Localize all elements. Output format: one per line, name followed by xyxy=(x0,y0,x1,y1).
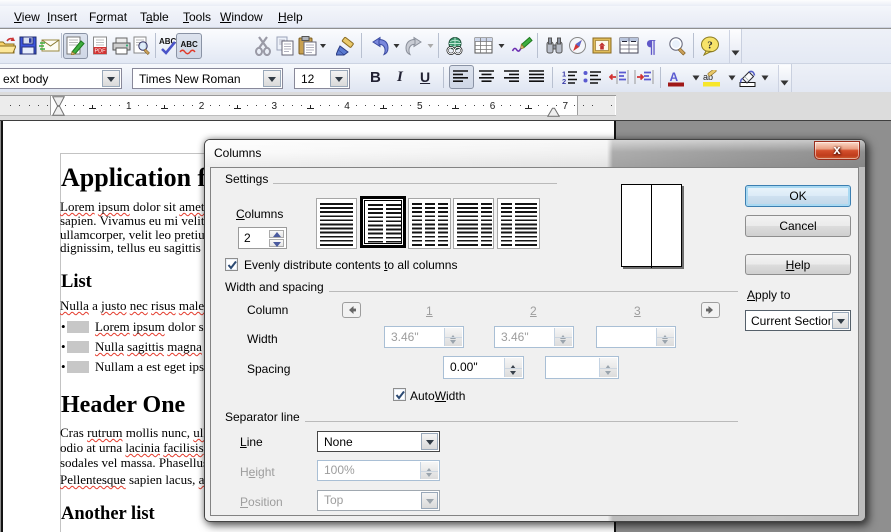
svg-text:A: A xyxy=(670,70,679,84)
svg-text:¶: ¶ xyxy=(646,37,656,57)
svg-text:?: ? xyxy=(707,40,713,52)
